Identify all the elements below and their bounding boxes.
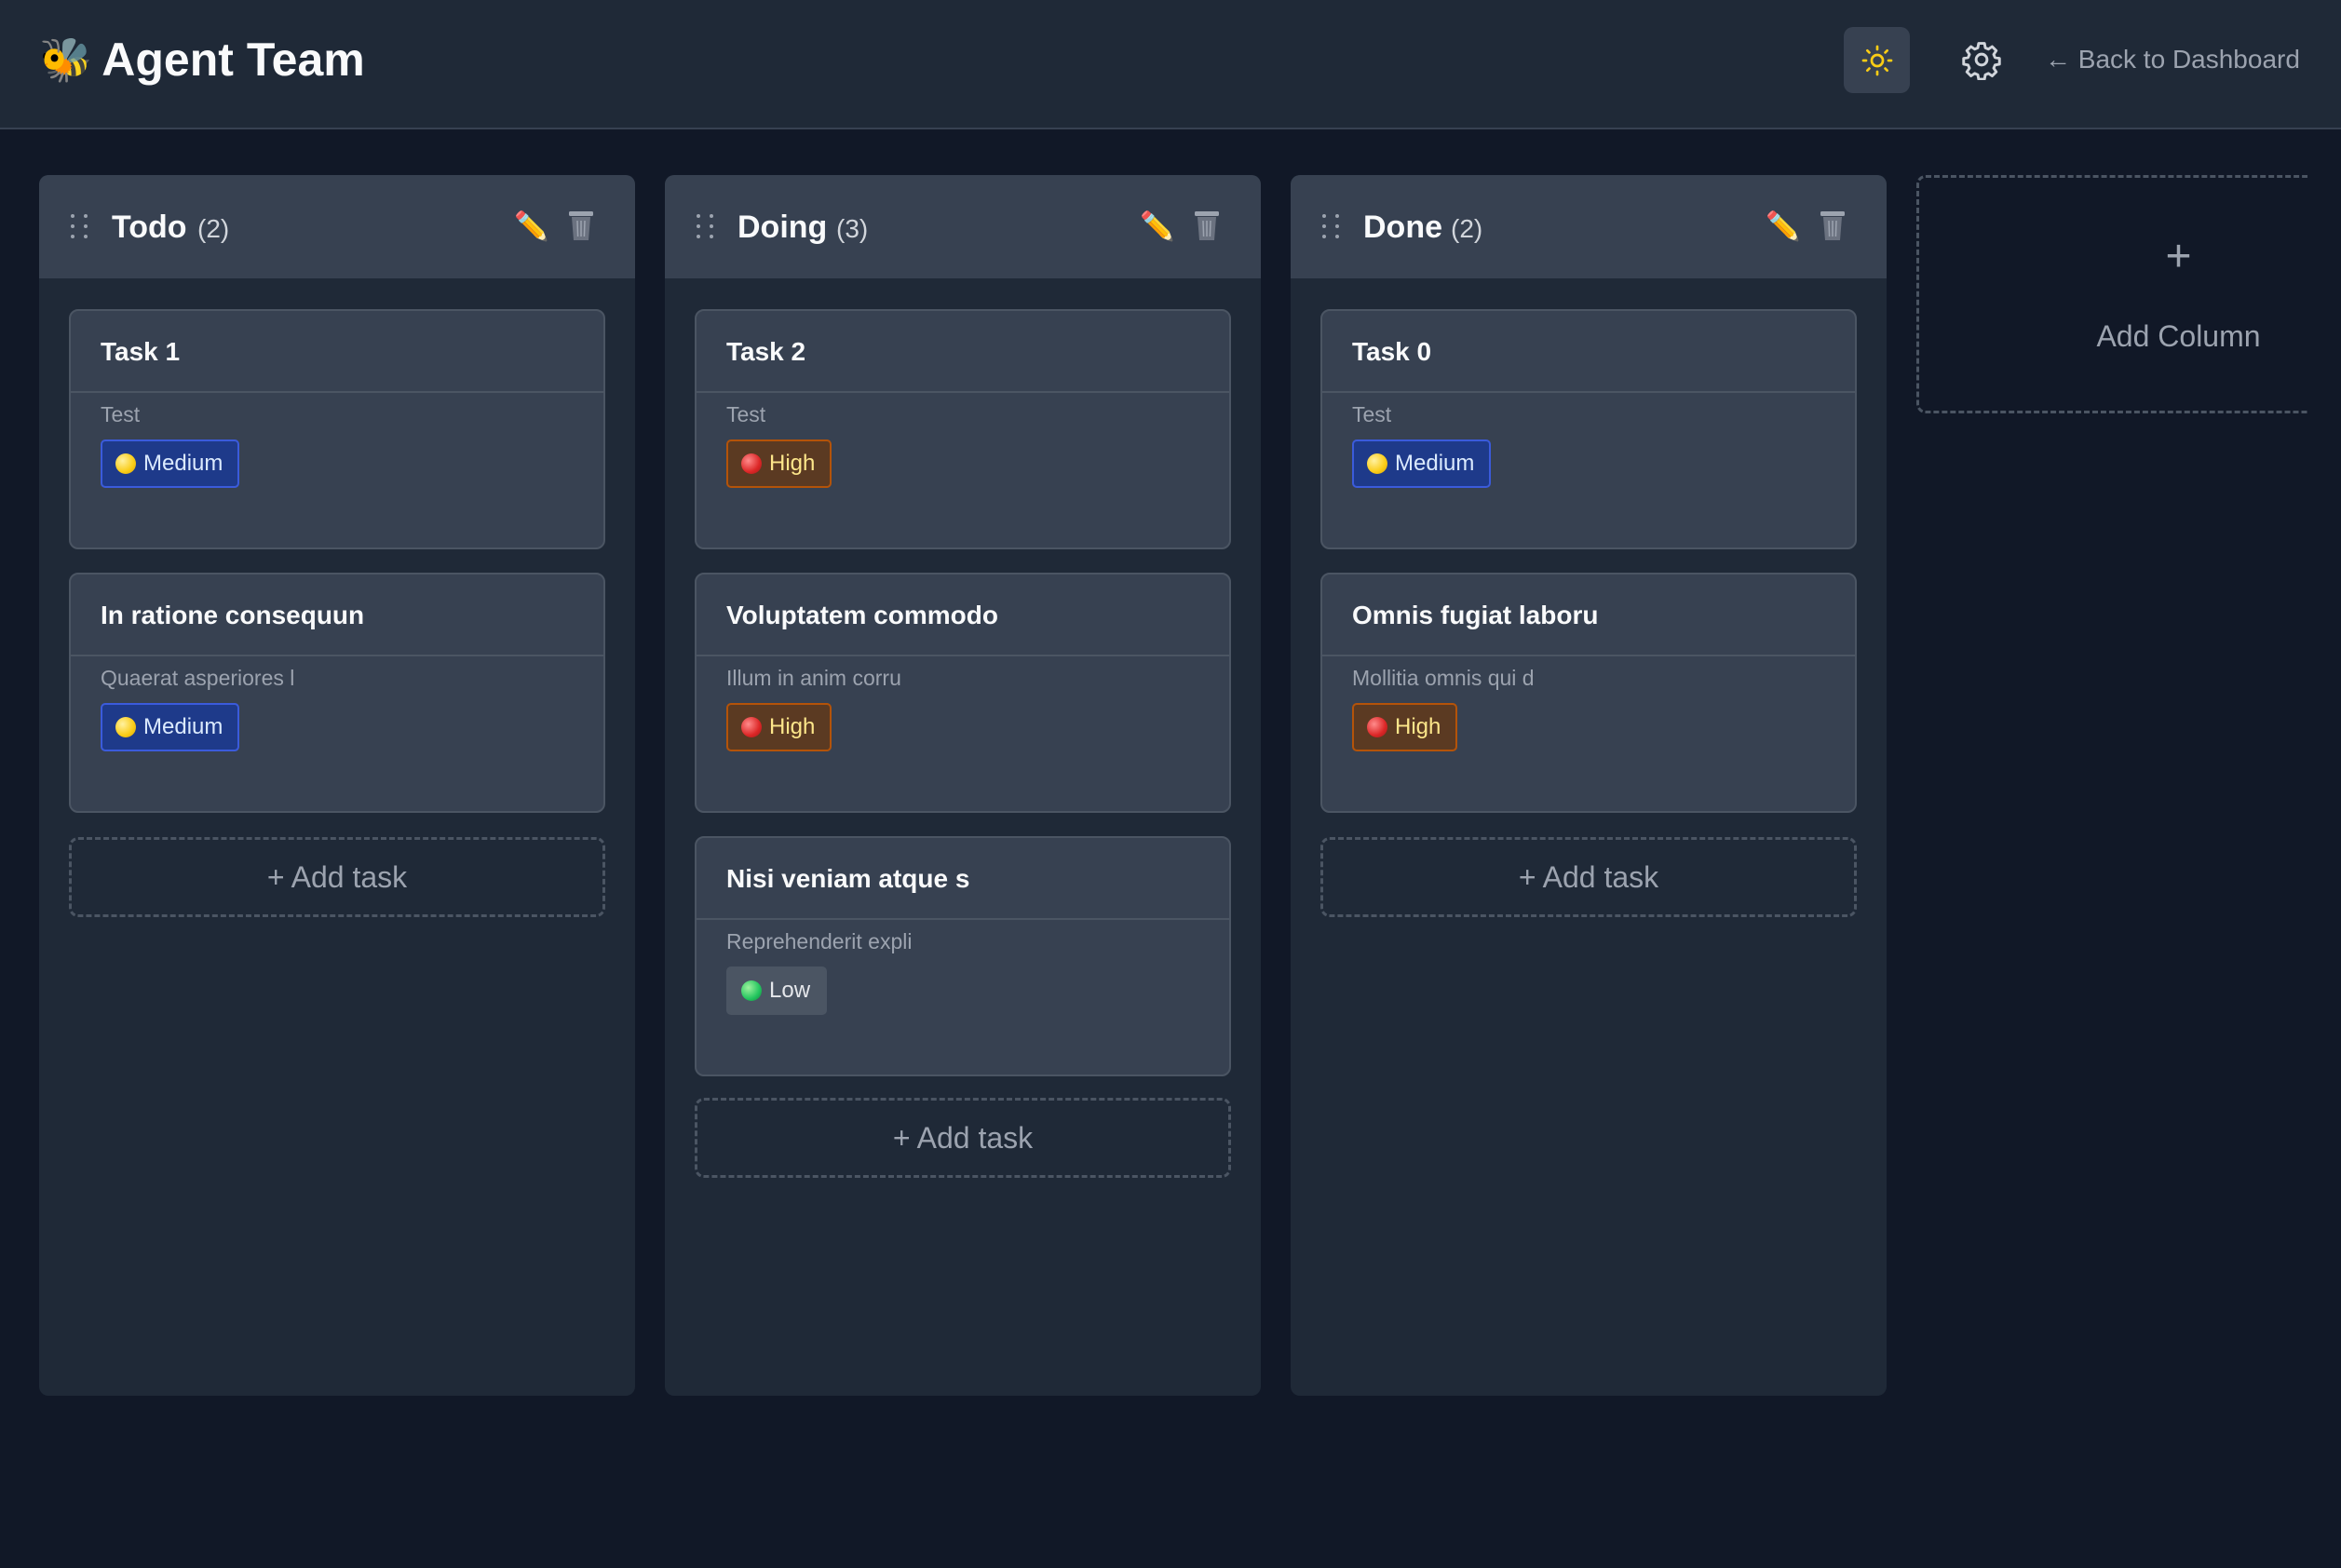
edit-column-button[interactable]: ✏️ [514,209,548,246]
task-title: In ratione consequun [71,574,603,656]
gear-icon [1962,42,2001,80]
column-done: Done (2) ✏️ Task 0 Test Medium Omnis fug… [1291,175,1887,1396]
task-card[interactable]: Task 1 Test Medium [69,309,605,549]
task-card[interactable]: Nisi veniam atque s Reprehenderit expli … [695,836,1231,1076]
priority-badge: High [1352,703,1458,751]
drag-handle-icon[interactable] [697,214,717,240]
sun-icon [1861,45,1892,75]
column-doing: Doing (3) ✏️ Task 2 Test High Voluptatem… [665,175,1261,1396]
app-header: 🐝 Agent Team ← Back to Dashboard [0,0,2341,129]
task-title: Task 2 [697,311,1229,393]
red-circle-icon [1367,717,1387,737]
priority-label: Medium [143,451,223,476]
trash-icon [1820,211,1845,240]
add-column-label: Add Column [2096,319,2261,353]
priority-badge: Medium [1352,439,1492,488]
red-circle-icon [741,717,762,737]
add-task-button[interactable]: + Add task [1320,837,1857,917]
edit-column-button[interactable]: ✏️ [1766,209,1800,246]
app-title: Agent Team [101,34,365,86]
priority-label: Medium [1395,451,1475,476]
pencil-icon: ✏️ [1766,211,1801,242]
task-card[interactable]: Task 0 Test Medium [1320,309,1857,549]
task-title: Nisi veniam atque s [697,838,1229,920]
theme-toggle-button[interactable] [1844,27,1910,93]
pencil-icon: ✏️ [514,211,549,242]
priority-label: High [1395,714,1441,739]
settings-button[interactable] [1954,32,2009,88]
edit-column-button[interactable]: ✏️ [1140,209,1174,246]
column-header: Todo (2) ✏️ [39,175,635,278]
task-description: Test [726,402,766,426]
task-description: Reprehenderit expli [726,929,913,953]
priority-label: Medium [143,714,223,739]
bee-icon: 🐝 [39,35,93,84]
pencil-icon: ✏️ [1140,211,1175,242]
task-card[interactable]: Voluptatem commodo Illum in anim corru H… [695,573,1231,813]
add-column-button[interactable]: + Add Column [1916,175,2307,413]
yellow-circle-icon [115,717,136,737]
task-card[interactable]: In ratione consequun Quaerat asperiores … [69,573,605,813]
priority-label: High [769,451,816,476]
column-title: Done [1363,210,1442,245]
priority-badge: High [726,439,832,488]
column-todo: Todo (2) ✏️ Task 1 Test Medium In ration… [39,175,635,1396]
priority-badge: Medium [101,703,240,751]
task-title: Omnis fugiat laboru [1322,574,1855,656]
yellow-circle-icon [115,453,136,474]
trash-icon [1195,211,1219,240]
task-title: Task 1 [71,311,603,393]
task-description: Quaerat asperiores l [101,666,295,690]
column-count: (3) [836,214,869,243]
green-circle-icon [741,980,762,1001]
priority-badge: Medium [101,439,240,488]
column-count: (2) [197,214,230,243]
column-title: Doing [737,210,828,245]
brand: 🐝 Agent Team [39,32,365,88]
red-circle-icon [741,453,762,474]
priority-label: Low [769,978,811,1003]
delete-column-button[interactable] [567,209,595,242]
task-title: Voluptatem commodo [697,574,1229,656]
task-card[interactable]: Task 2 Test High [695,309,1231,549]
priority-badge: High [726,703,832,751]
task-description: Mollitia omnis qui d [1352,666,1535,690]
delete-column-button[interactable] [1193,209,1221,242]
drag-handle-icon[interactable] [1322,214,1343,240]
plus-icon: + [2165,232,2192,281]
task-description: Test [1352,402,1392,426]
task-description: Illum in anim corru [726,666,901,690]
task-card[interactable]: Omnis fugiat laboru Mollitia omnis qui d… [1320,573,1857,813]
delete-column-button[interactable] [1819,209,1847,242]
priority-badge: Low [726,966,828,1015]
back-to-dashboard-link[interactable]: ← Back to Dashboard [2045,41,2300,78]
add-task-button[interactable]: + Add task [695,1098,1231,1178]
trash-icon [569,211,593,240]
priority-label: High [769,714,816,739]
column-header: Doing (3) ✏️ [665,175,1261,278]
yellow-circle-icon [1367,453,1387,474]
add-task-button[interactable]: + Add task [69,837,605,917]
column-header: Done (2) ✏️ [1291,175,1887,278]
column-title: Todo [112,210,187,245]
drag-handle-icon[interactable] [71,214,91,240]
task-description: Test [101,402,141,426]
column-count: (2) [1451,214,1483,243]
task-title: Task 0 [1322,311,1855,393]
